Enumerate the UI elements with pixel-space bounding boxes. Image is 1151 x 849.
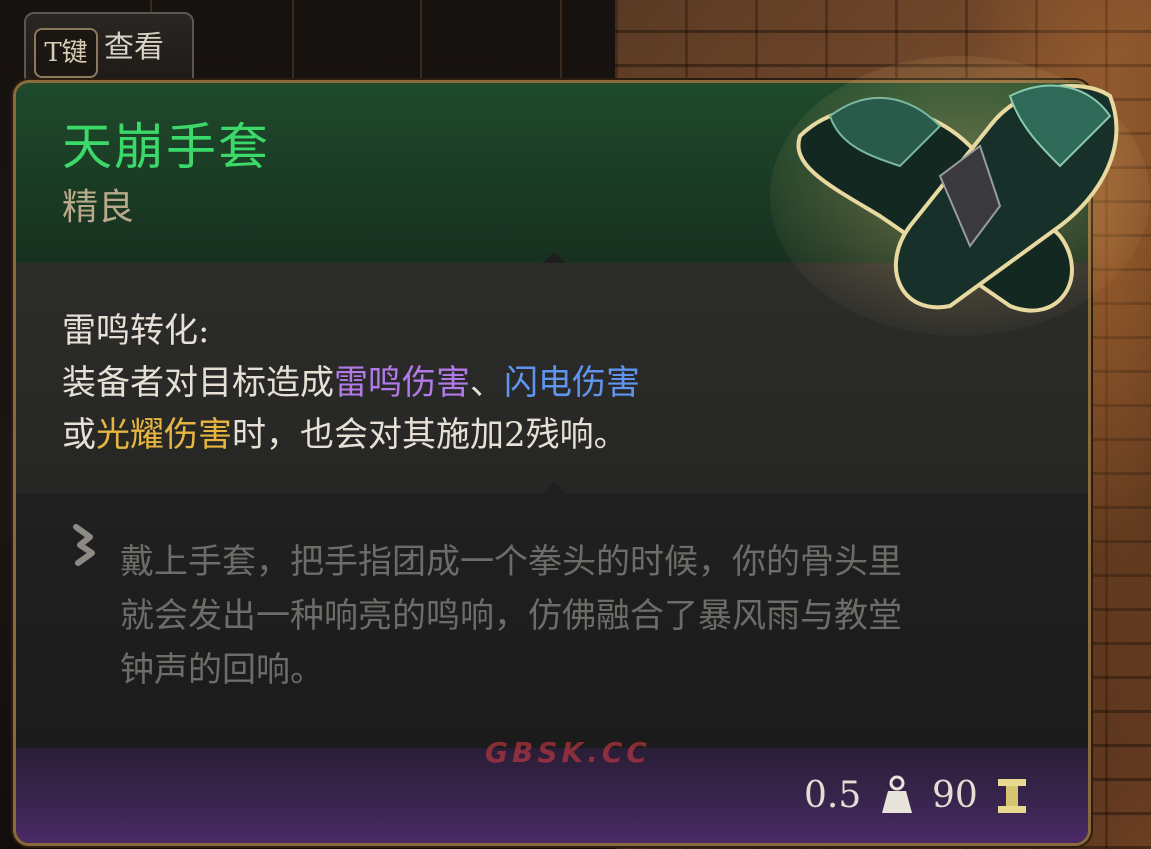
price-value: 90 bbox=[932, 775, 978, 816]
watermark: GBSK.CC bbox=[485, 736, 651, 769]
examine-label: 查看 bbox=[104, 30, 164, 65]
effect-text: 或 bbox=[62, 415, 96, 455]
keyword-thunder-damage[interactable]: 雷鸣伤害 bbox=[334, 363, 470, 403]
panel-divider bbox=[420, 0, 422, 80]
effect-separator: 、 bbox=[470, 363, 504, 403]
weight-icon bbox=[882, 775, 912, 813]
gold-coin-icon bbox=[998, 779, 1026, 813]
effect-line-2: 或光耀伤害时，也会对其施加2残响。 bbox=[62, 409, 628, 461]
weight-value: 0.5 bbox=[804, 775, 862, 816]
item-name: 天崩手套 bbox=[62, 118, 270, 176]
examine-hint[interactable]: T键 查看 bbox=[24, 12, 194, 86]
lore-line: 钟声的回响。 bbox=[120, 650, 324, 690]
lore-line: 就会发出一种响亮的鸣响，仿佛融合了暴风雨与教堂 bbox=[120, 596, 902, 636]
panel-divider bbox=[560, 0, 562, 80]
keyword-lightning-damage[interactable]: 闪电伤害 bbox=[504, 363, 640, 403]
effect-line-1: 装备者对目标造成雷鸣伤害、闪电伤害 bbox=[62, 357, 640, 409]
key-badge: T键 bbox=[34, 28, 98, 78]
effect-text: 装备者对目标造成 bbox=[62, 363, 334, 403]
keyword-radiant-damage[interactable]: 光耀伤害 bbox=[96, 415, 232, 455]
gloves-item-icon bbox=[770, 56, 1150, 336]
effect-text: 时，也会对其施加2残响。 bbox=[232, 415, 628, 455]
scroll-icon bbox=[73, 524, 95, 566]
lore-section: 戴上手套，把手指团成一个拳头的时候，你的骨头里 就会发出一种响亮的鸣响，仿佛融合… bbox=[16, 493, 1088, 748]
item-rarity: 精良 bbox=[62, 187, 135, 228]
lore-line: 戴上手套，把手指团成一个拳头的时候，你的骨头里 bbox=[120, 542, 902, 582]
effect-title: 雷鸣转化: bbox=[62, 311, 210, 351]
panel-divider bbox=[292, 0, 294, 80]
